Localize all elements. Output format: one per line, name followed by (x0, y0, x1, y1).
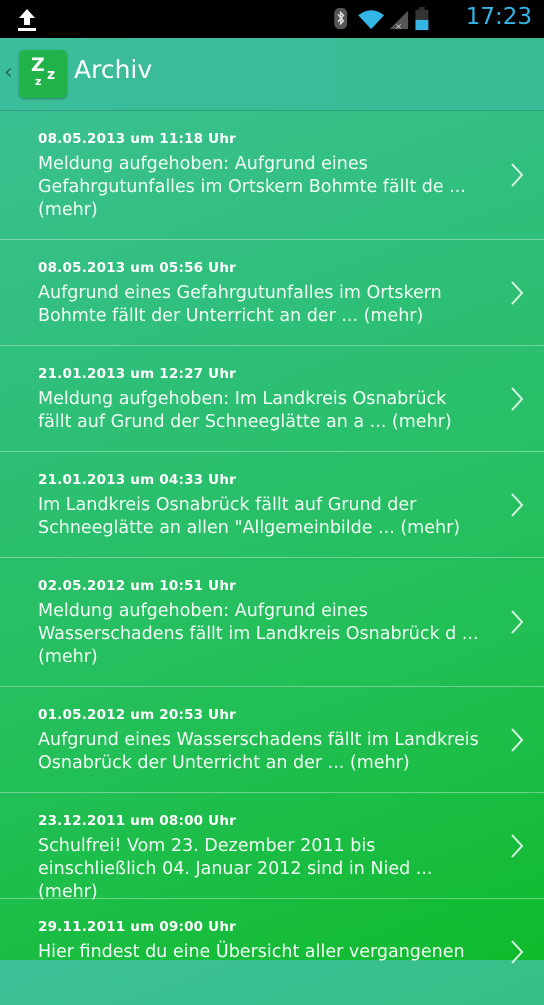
item-text: Meldung aufgehoben: Aufgrund eines Gefah… (38, 154, 466, 220)
item-text: Schulfrei! Vom 23. Dezember 2011 bis ein… (38, 836, 433, 902)
bluetooth-icon (334, 7, 348, 30)
clock: 17:23 (465, 4, 532, 30)
chevron-right-icon (511, 163, 524, 187)
list-item[interactable]: 21.01.2013 um 04:33 Uhr Im Landkreis Osn… (0, 452, 544, 558)
list-item[interactable]: 23.12.2011 um 08:00 Uhr Schulfrei! Vom 2… (0, 793, 544, 902)
item-text: Meldung aufgehoben: Aufgrund eines Wasse… (38, 601, 479, 667)
page-title: Archiv (74, 55, 153, 84)
chevron-right-icon (511, 610, 524, 634)
chevron-right-icon (511, 280, 524, 305)
list-item[interactable]: 08.05.2013 um 05:56 Uhr Aufgrund eines G… (0, 240, 544, 346)
signal-icon: × (389, 10, 409, 31)
chevron-right-icon (511, 833, 524, 858)
status-bar: × 17:23 (0, 0, 544, 38)
chevron-right-icon (511, 386, 524, 411)
item-date: 02.05.2012 um 10:51 Uhr (38, 578, 236, 594)
list-item[interactable]: 02.05.2012 um 10:51 Uhr Meldung aufgehob… (0, 558, 544, 687)
list-item[interactable]: 21.01.2013 um 12:27 Uhr Meldung aufgehob… (0, 346, 544, 452)
battery-icon (415, 7, 429, 31)
item-date: 21.01.2013 um 12:27 Uhr (38, 366, 236, 382)
item-text: Meldung aufgehoben: Im Landkreis Osnabrü… (38, 389, 452, 432)
chevron-right-icon (511, 940, 524, 964)
item-text: Aufgrund eines Wasserschadens fällt im L… (38, 730, 479, 773)
item-date: 29.11.2011 um 09:00 Uhr (38, 919, 236, 935)
list-item[interactable]: 01.05.2012 um 20:53 Uhr Aufgrund eines W… (0, 687, 544, 793)
chevron-right-icon (511, 492, 524, 517)
list-item[interactable]: 08.05.2013 um 11:18 Uhr Meldung aufgehob… (0, 111, 544, 240)
item-date: 01.05.2012 um 20:53 Uhr (38, 707, 236, 723)
back-caret-icon[interactable]: ‹ (4, 60, 13, 85)
archive-list: 08.05.2013 um 11:18 Uhr Meldung aufgehob… (0, 111, 544, 1005)
item-date: 21.01.2013 um 04:33 Uhr (38, 472, 236, 488)
action-bar: ‹ Z z z Archiv (0, 38, 544, 111)
item-date: 23.12.2011 um 08:00 Uhr (38, 813, 236, 829)
list-item[interactable]: 29.11.2011 um 09:00 Uhr Hier findest du … (0, 899, 544, 1005)
upload-icon (18, 9, 36, 31)
item-text: Im Landkreis Osnabrück fällt auf Grund d… (38, 495, 461, 538)
svg-text:×: × (395, 21, 402, 31)
app-logo-icon[interactable]: Z z z (19, 50, 67, 98)
chevron-right-icon (511, 727, 524, 752)
item-text: Hier findest du eine Übersicht aller ver… (38, 942, 465, 962)
item-date: 08.05.2013 um 05:56 Uhr (38, 260, 236, 276)
item-text: Aufgrund eines Gefahrgutunfalles im Orts… (38, 283, 442, 326)
status-icons: × (334, 7, 429, 31)
wifi-icon (358, 10, 385, 30)
item-date: 08.05.2013 um 11:18 Uhr (38, 131, 236, 147)
